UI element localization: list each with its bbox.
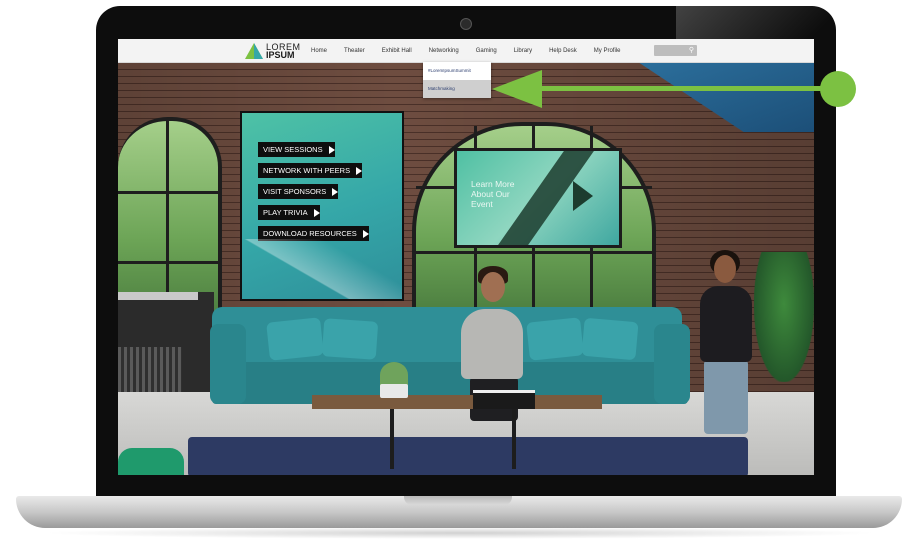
navigation-panel: VIEW SESSIONS NETWORK WITH PEERS VISIT S… xyxy=(240,111,404,301)
nav-my-profile[interactable]: My Profile xyxy=(594,48,621,54)
download-resources-button[interactable]: DOWNLOAD RESOURCES xyxy=(258,226,369,241)
plant-pot xyxy=(380,384,408,398)
webcam xyxy=(460,18,472,30)
coffee-table xyxy=(312,395,602,409)
window-mullion xyxy=(118,191,218,194)
table-leg xyxy=(512,409,516,469)
nav-theater[interactable]: Theater xyxy=(344,48,365,54)
nav-menu: Home Theater Exhibit Hall Networking Gam… xyxy=(311,39,637,62)
sofa-arm xyxy=(654,324,690,404)
play-arrow-icon xyxy=(313,209,320,218)
laptop-notch xyxy=(404,496,512,505)
turntable xyxy=(118,292,198,300)
top-navbar: LOREM IPSUM Home Theater Exhibit Hall Ne… xyxy=(118,39,814,63)
window-mullion xyxy=(166,121,169,321)
networking-dropdown: #LoremIpsumSummit Matchmaking xyxy=(423,62,491,98)
nav-home[interactable]: Home xyxy=(311,48,327,54)
nav-exhibit-hall[interactable]: Exhibit Hall xyxy=(382,48,412,54)
visit-sponsors-button[interactable]: VISIT SPONSORS xyxy=(258,184,339,199)
nav-networking[interactable]: Networking xyxy=(429,48,459,54)
logo[interactable]: LOREM IPSUM xyxy=(245,41,301,60)
sofa-pillow xyxy=(526,317,584,361)
button-label: DOWNLOAD RESOURCES xyxy=(263,229,357,238)
tv-caption-line: About Our xyxy=(471,189,510,199)
view-sessions-button[interactable]: VIEW SESSIONS xyxy=(258,142,335,157)
nav-library[interactable]: Library xyxy=(514,48,532,54)
vinyl-records xyxy=(118,347,182,392)
standing-woman-head xyxy=(714,255,736,283)
play-trivia-button[interactable]: PLAY TRIVIA xyxy=(258,205,320,220)
tv-caption-line: Learn More xyxy=(471,179,515,189)
sofa-arm xyxy=(210,324,246,404)
sofa-pillow xyxy=(321,318,379,360)
seated-woman-head xyxy=(481,272,505,302)
callout-arrow-head xyxy=(492,70,542,108)
callout-dot xyxy=(820,71,856,107)
virtual-lobby-scene: VIEW SESSIONS NETWORK WITH PEERS VISIT S… xyxy=(118,62,814,475)
search-input[interactable]: ⚲ xyxy=(654,45,697,56)
button-label: NETWORK WITH PEERS xyxy=(263,166,351,175)
triangle-logo-icon xyxy=(245,42,263,59)
button-label: VIEW SESSIONS xyxy=(263,145,323,154)
green-chair xyxy=(118,448,184,475)
seated-woman xyxy=(461,309,523,379)
button-label: VISIT SPONSORS xyxy=(263,187,327,196)
standing-woman xyxy=(700,286,752,362)
sofa-pillow xyxy=(266,317,324,361)
network-with-peers-button[interactable]: NETWORK WITH PEERS xyxy=(258,163,363,178)
play-arrow-icon xyxy=(362,230,369,239)
play-icon[interactable] xyxy=(573,181,593,211)
play-arrow-icon xyxy=(328,146,335,155)
search-icon[interactable]: ⚲ xyxy=(689,46,694,55)
base-shadow xyxy=(40,527,880,539)
dropdown-item-matchmaking[interactable]: Matchmaking xyxy=(423,80,491,98)
button-label: PLAY TRIVIA xyxy=(263,208,308,217)
tv-caption: Learn More About Our Event xyxy=(471,179,514,209)
logo-line-2: IPSUM xyxy=(266,49,295,60)
callout-arrow-line xyxy=(530,86,830,91)
video-screen[interactable]: Learn More About Our Event xyxy=(454,148,622,248)
fern-plant xyxy=(754,252,814,382)
nav-help-desk[interactable]: Help Desk xyxy=(549,48,577,54)
standing-woman-legs xyxy=(704,360,748,434)
window-mullion xyxy=(416,251,652,254)
tv-caption-line: Event xyxy=(471,199,493,209)
book-stack xyxy=(473,390,535,409)
rug xyxy=(188,437,748,475)
window-mullion xyxy=(118,261,218,264)
sofa-pillow xyxy=(581,317,639,361)
table-leg xyxy=(390,409,394,469)
play-arrow-icon xyxy=(356,167,363,176)
logo-text: LOREM IPSUM xyxy=(266,42,301,60)
dropdown-item-summit[interactable]: #LoremIpsumSummit xyxy=(423,62,491,80)
screen: VIEW SESSIONS NETWORK WITH PEERS VISIT S… xyxy=(118,39,814,475)
play-arrow-icon xyxy=(332,188,339,197)
nav-gaming[interactable]: Gaming xyxy=(476,48,497,54)
